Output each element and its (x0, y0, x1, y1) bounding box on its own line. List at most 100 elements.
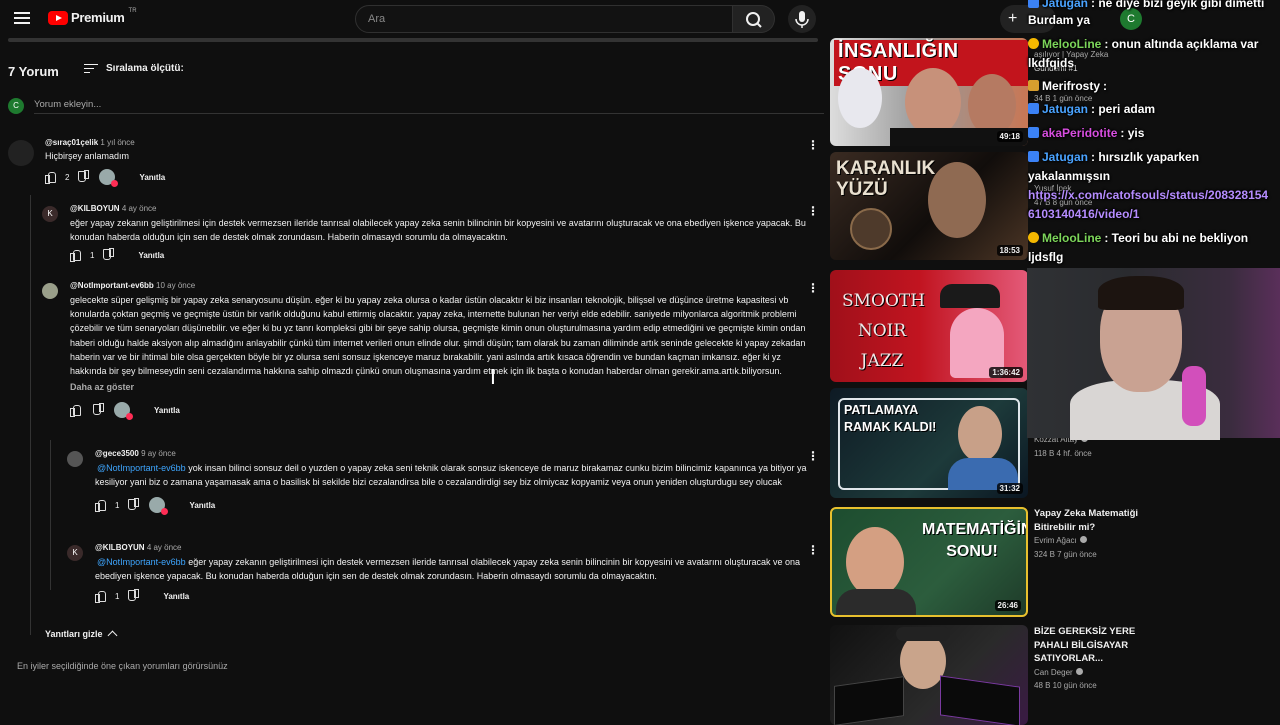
logo-country: TR (128, 8, 137, 14)
chat-user: Jatugan (1042, 102, 1089, 116)
comment-count: 7 Yorum (8, 64, 59, 79)
reply-button[interactable]: Yanıtla (163, 592, 189, 601)
chat-link[interactable]: https://x.com/catofsouls/status/20832815… (1028, 186, 1268, 204)
voice-search-button[interactable] (788, 5, 816, 33)
chat-message: akaPeridotite: yis (1028, 124, 1144, 142)
comment-time[interactable]: 1 yıl önce (100, 138, 134, 147)
reply-button[interactable]: Yanıtla (154, 406, 180, 415)
video-title[interactable]: PAHALI BİLGİSAYAR (1034, 639, 1135, 653)
thumbnail-text: PATLAMAYA RAMAK KALDI! (844, 403, 937, 434)
video-thumbnail[interactable]: KARANLIK YÜZÜ 18:53 (830, 152, 1028, 260)
comment-text: @NotImportant-ev6bb eğer yapay zekanın g… (95, 555, 815, 583)
laptop-shape (834, 676, 904, 725)
avatar[interactable]: K (42, 206, 58, 222)
dislike-icon[interactable] (94, 405, 104, 415)
avatar[interactable]: K (67, 545, 83, 561)
person-face (928, 162, 986, 238)
comment-author[interactable]: @gece3500 (95, 449, 139, 458)
video-duration: 18:53 (996, 245, 1023, 256)
hide-replies-button[interactable]: Yanıtları gizle (45, 628, 117, 641)
thumbnail-text: KARANLIK YÜZÜ (836, 158, 936, 200)
comment-actions: Yanıtla (70, 402, 818, 421)
chat-user: MelooLine (1042, 37, 1102, 51)
comment-time[interactable]: 10 ay önce (156, 281, 195, 290)
add-comment-input[interactable]: Yorum ekleyin... (34, 99, 824, 114)
youtube-premium-logo[interactable]: Premium TR (48, 8, 137, 25)
comment-author[interactable]: @KILBOYUN (70, 204, 120, 213)
dislike-icon[interactable] (104, 250, 114, 260)
youtube-play-icon (48, 10, 68, 25)
more-options-icon[interactable]: ⋮ (807, 449, 819, 463)
video-duration: 1:36:42 (989, 367, 1023, 378)
dislike-icon[interactable] (79, 172, 89, 182)
mention-link[interactable]: @NotImportant-ev6bb (97, 557, 186, 567)
video-title[interactable]: SATIYORLAR... (1034, 652, 1135, 666)
comment-header: @KILBOYUN 4 ay önce (70, 204, 818, 213)
video-stats: 118 B 4 hf. önce (1034, 448, 1092, 458)
video-thumbnail[interactable]: İNSANLIĞIN SONU 49:18 (830, 38, 1028, 146)
chat-message: lkdfqids (1028, 54, 1074, 72)
video-title[interactable]: BİZE GEREKSİZ YERE (1034, 625, 1135, 639)
show-less-button[interactable]: Daha az göster (70, 382, 818, 392)
logo-text: Premium (71, 10, 125, 25)
webcam-hair (1098, 276, 1184, 310)
like-icon[interactable] (70, 405, 81, 418)
reply-button[interactable]: Yanıtla (189, 501, 215, 510)
reply-button[interactable]: Yanıtla (139, 173, 165, 182)
video-title[interactable]: Bitirebilir mi? (1034, 521, 1138, 535)
comment-time[interactable]: 4 ay önce (147, 543, 182, 552)
search-input[interactable]: Ara (355, 5, 733, 33)
more-options-icon[interactable]: ⋮ (807, 543, 819, 557)
avatar[interactable] (8, 140, 34, 166)
video-thumbnail[interactable] (830, 625, 1028, 725)
chat-text: : peri adam (1091, 102, 1156, 116)
dislike-icon[interactable] (129, 500, 139, 510)
comment-time[interactable]: 4 ay önce (122, 204, 157, 213)
thumbnail-text: MATEMATİĞİN SONU! (922, 521, 1028, 560)
search-button[interactable] (733, 5, 775, 33)
more-options-icon[interactable]: ⋮ (807, 138, 819, 152)
video-info[interactable]: BİZE GEREKSİZ YERE PAHALI BİLGİSAYAR SAT… (1034, 625, 1135, 693)
channel-name: Can Deger (1034, 666, 1135, 680)
comment-author[interactable]: @NotImportant-ev6bb (70, 281, 154, 290)
like-icon[interactable] (70, 250, 81, 263)
comment-actions: 1 Yanıtla (95, 591, 818, 604)
video-title[interactable]: Yapay Zeka Matematiği (1034, 507, 1138, 521)
comment-actions: 2 Yanıtla (45, 169, 818, 188)
chat-message: ljdsflg (1028, 248, 1063, 266)
more-options-icon[interactable]: ⋮ (807, 281, 819, 295)
like-icon[interactable] (45, 172, 56, 185)
mirror-shape (850, 208, 892, 250)
dislike-icon[interactable] (129, 591, 139, 601)
avatar[interactable] (67, 451, 83, 467)
video-thumbnail[interactable]: PATLAMAYA RAMAK KALDI! 31:32 (830, 388, 1028, 498)
video-stats: 48 B 10 gün önce (1034, 681, 1097, 690)
shirt (836, 589, 916, 615)
like-icon[interactable] (95, 591, 106, 604)
comment-text: eğer yapay zekanın geliştirilmesi için d… (70, 218, 806, 243)
video-thumbnail[interactable]: SMOOTH NOIR JAZZ 1:36:42 (830, 270, 1028, 382)
chat-link[interactable]: 6103140416/video/1 (1028, 205, 1139, 223)
like-icon[interactable] (95, 500, 106, 513)
comment-time[interactable]: 9 ay önce (141, 449, 176, 458)
video-progress-line (8, 38, 818, 42)
avatar: C (8, 98, 24, 114)
chat-text: ljdsflg (1028, 250, 1064, 264)
more-options-icon[interactable]: ⋮ (807, 204, 819, 218)
creator-heart-icon (149, 497, 169, 516)
chat-user: Jatugan (1042, 150, 1089, 164)
badge-icon (1028, 127, 1039, 138)
menu-icon[interactable] (14, 12, 30, 24)
comment-body: yok insan bilinci sonsuz deil o yuzden o… (95, 463, 807, 488)
creator-heart-icon (99, 169, 119, 188)
video-info[interactable]: Yapay Zeka Matematiği Bitirebilir mi? Ev… (1034, 507, 1138, 561)
video-thumbnail[interactable]: MATEMATİĞİN SONU! 26:46 (830, 507, 1028, 617)
comment-text: @NotImportant-ev6bb yok insan bilinci so… (95, 461, 815, 489)
mention-link[interactable]: @NotImportant-ev6bb (97, 463, 186, 473)
reply-button[interactable]: Yanıtla (138, 251, 164, 260)
comment-author[interactable]: @KILBOYUN (95, 543, 145, 552)
avatar[interactable] (42, 283, 58, 299)
comment-author[interactable]: @sıraç01çelik (45, 138, 98, 147)
person-face (846, 527, 904, 597)
sort-button[interactable]: Sıralama ölçütü: (84, 63, 184, 74)
